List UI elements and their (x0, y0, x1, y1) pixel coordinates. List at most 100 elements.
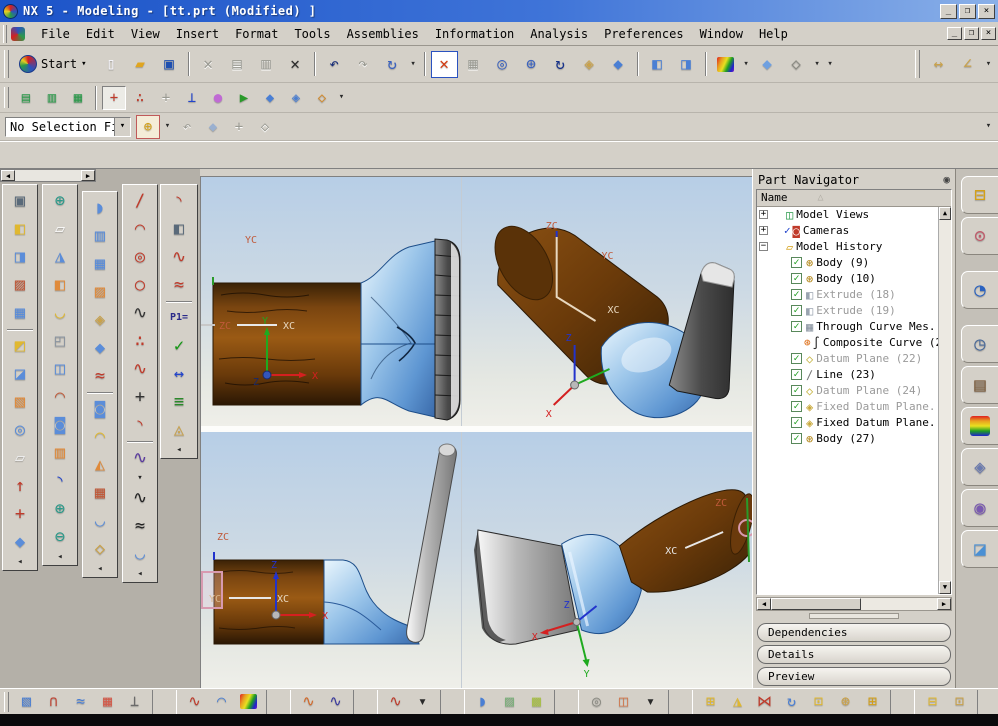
view-top-left[interactable]: YC ZC XC Y (201, 177, 461, 426)
curve-analysis-icon[interactable]: ∿ (296, 690, 321, 714)
scroll-thumb[interactable] (771, 598, 861, 610)
column-more-arrow-icon[interactable]: ◂ (125, 568, 155, 580)
expand-toggle-icon[interactable]: + (759, 210, 768, 219)
new-file-icon[interactable]: ▯ (98, 51, 125, 78)
measure-distance-icon[interactable]: ↔ (925, 51, 952, 78)
separator[interactable] (554, 690, 579, 714)
measure-distance-tool-icon[interactable]: ↔ (164, 360, 194, 388)
highlight-lines-icon[interactable]: ▩ (524, 690, 549, 714)
cut-icon[interactable]: ✕ (195, 51, 222, 78)
rollback-icon[interactable]: ↶ (175, 115, 199, 139)
copy-icon[interactable]: ▤ (224, 51, 251, 78)
tree-vscrollbar[interactable]: ▲ ▼ (938, 207, 951, 594)
curvature-comb-icon[interactable]: ≈ (164, 271, 194, 299)
examine-geometry-icon[interactable]: ◎ (584, 690, 609, 714)
edit-work-section-icon[interactable]: ◧ (644, 51, 671, 78)
panel-splitter[interactable] (756, 611, 952, 620)
move-component-icon[interactable]: ↻ (779, 690, 804, 714)
separator[interactable] (637, 52, 639, 76)
column-more-arrow-icon[interactable]: ◂ (164, 444, 194, 456)
feature-checkbox[interactable]: ✓ (791, 289, 802, 300)
circle-point-icon[interactable]: ○ (125, 271, 155, 299)
stripe-analysis-icon[interactable]: ▨ (497, 690, 522, 714)
grid-sheet-icon[interactable]: ▦ (85, 479, 115, 507)
collapsed-panel-button[interactable]: Dependencies (757, 623, 951, 642)
pattern-component-icon[interactable]: ⊞ (860, 690, 885, 714)
sketch-icon[interactable]: ▣ (5, 187, 35, 215)
swept-icon[interactable]: ▨ (85, 278, 115, 306)
feature-checkbox[interactable]: ✓ (791, 273, 802, 284)
minimize-button[interactable]: _ (940, 4, 957, 19)
dropdown-arrow-icon[interactable]: ▾ (408, 51, 419, 78)
scroll-down-icon[interactable]: ▼ (939, 581, 951, 594)
layer-visible-in-view-icon[interactable]: ▥ (40, 86, 64, 110)
tree-item[interactable]: ✓ ∕ Line (23) (757, 367, 938, 383)
block-icon[interactable]: ◆ (5, 528, 35, 556)
face-analysis-icon[interactable]: ▧ (14, 690, 39, 714)
sketch-region-icon[interactable]: ◧ (164, 215, 194, 243)
shaded-view-icon[interactable]: ◆ (754, 51, 781, 78)
tree-item[interactable]: + ◫ Model Views (757, 207, 938, 223)
dropdown-arrow-icon[interactable]: ▾ (410, 690, 435, 714)
color-palette-icon[interactable]: ● (206, 86, 230, 110)
point-cluster-icon[interactable]: ∴ (125, 327, 155, 355)
menu-item[interactable]: Edit (78, 24, 123, 44)
view-bottom-left[interactable]: ZC YC XC Z (201, 432, 461, 688)
grid-analysis-icon[interactable]: ▦ (95, 690, 120, 714)
dropdown-arrow-icon[interactable]: ▾ (812, 51, 823, 78)
perspective-icon[interactable]: ◆ (605, 51, 632, 78)
delete-icon[interactable]: ✕ (282, 51, 309, 78)
title-bar[interactable]: NX 5 - Modeling - [tt.prt (Modified) ] _… (0, 0, 998, 22)
separator[interactable] (424, 52, 426, 76)
feature-checkbox[interactable]: ✓ (791, 257, 802, 268)
separator[interactable] (152, 690, 177, 714)
collapsed-panel-button[interactable]: Details (757, 645, 951, 664)
spline-analysis-icon[interactable]: ∿ (323, 690, 348, 714)
replace-component-icon[interactable]: ⊡ (806, 690, 831, 714)
surface-curvature-icon[interactable]: ◗ (470, 690, 495, 714)
region-subtract-icon[interactable]: ⊖ (45, 523, 75, 551)
dropdown-arrow-icon[interactable]: ▾ (162, 115, 173, 139)
rendering-style-icon[interactable] (712, 51, 739, 78)
separator[interactable] (668, 690, 693, 714)
tree-item[interactable]: ✓ ◈ Fixed Datum Plane... (757, 399, 938, 415)
comb-options-icon[interactable]: ∿ (383, 690, 408, 714)
scroll-right-icon[interactable]: ▶ (81, 170, 95, 181)
history-tab[interactable]: ◷ (961, 325, 998, 363)
notes-tab[interactable]: ▤ (961, 366, 998, 404)
analysis-tools-tab[interactable]: ◈ (961, 448, 998, 486)
menu-item[interactable]: Format (227, 24, 286, 44)
mesh-surface-icon[interactable]: ▦ (85, 250, 115, 278)
csys-icon[interactable]: + (154, 86, 178, 110)
toolbar-grip[interactable] (4, 87, 9, 109)
web-browser-tab[interactable]: ◔ (961, 271, 998, 309)
feature-checkbox[interactable]: ✓ (791, 401, 802, 412)
arc-tool-icon[interactable]: ◝ (45, 467, 75, 495)
scroll-left-icon[interactable]: ◀ (1, 170, 15, 181)
through-mesh-icon[interactable]: ▦ (5, 299, 35, 327)
toolbar-grip[interactable] (915, 50, 920, 77)
child-minimize-button[interactable]: _ (947, 27, 962, 40)
flange-icon[interactable]: ◠ (85, 423, 115, 451)
column-more-arrow-icon[interactable]: ◂ (45, 551, 75, 563)
show-result-icon[interactable]: ▶ (232, 86, 256, 110)
tree-item[interactable]: ✓ ⊛ Body (27) (757, 431, 938, 447)
mirror-assembly-icon[interactable]: ⋈ (752, 690, 777, 714)
toolbar-grip[interactable] (4, 692, 9, 712)
document-icon[interactable] (11, 27, 25, 41)
pan-icon[interactable]: ◈ (576, 51, 603, 78)
new-component-icon[interactable]: ◮ (725, 690, 750, 714)
expression-check-icon[interactable]: ✓ (164, 332, 194, 360)
bounded-plane-icon[interactable]: ▱ (5, 444, 35, 472)
balance-scale-icon[interactable]: ◬ (164, 416, 194, 444)
separator[interactable] (314, 52, 316, 76)
snap-point-icon[interactable]: ⊕ (136, 115, 160, 139)
feature-checkbox[interactable]: ✓ (791, 417, 802, 428)
section-view-icon[interactable]: ◫ (611, 690, 636, 714)
menu-grip[interactable] (3, 25, 7, 43)
corner-fillet-icon[interactable]: ◝ (164, 187, 194, 215)
menu-item[interactable]: Assemblies (339, 24, 427, 44)
move-face-icon[interactable]: ◪ (5, 360, 35, 388)
dropdown-arrow-icon[interactable]: ▾ (983, 51, 994, 78)
corner-curve-icon[interactable]: ◝ (125, 411, 155, 439)
